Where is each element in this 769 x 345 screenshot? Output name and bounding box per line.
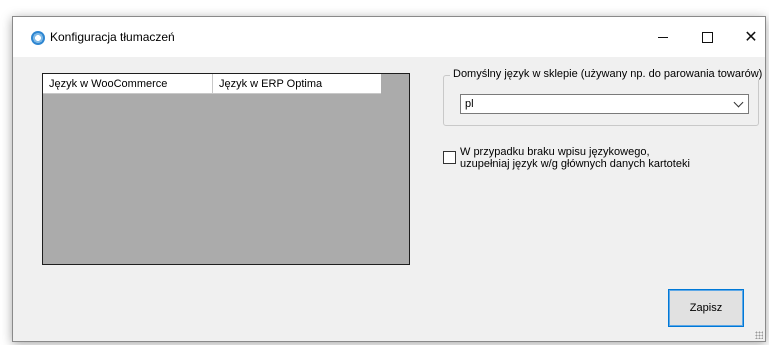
fallback-language-checkbox[interactable] [443, 151, 456, 164]
chevron-down-icon[interactable] [733, 97, 744, 108]
default-language-value: pl [465, 98, 474, 110]
default-language-select[interactable]: pl [460, 94, 749, 114]
fallback-label-line-1: W przypadku braku wpisu językowego, [460, 146, 650, 158]
language-mapping-grid[interactable]: Język w WooCommerce Język w ERP Optima [42, 73, 410, 265]
minimize-button[interactable] [641, 17, 685, 57]
grid-header: Język w WooCommerce Język w ERP Optima [43, 74, 381, 94]
maximize-icon [701, 31, 713, 43]
save-button[interactable]: Zapisz [668, 289, 744, 327]
default-language-group-label: Domyślny język w sklepie (używany np. do… [450, 68, 766, 80]
fallback-label-line-2: uzupełniaj język w/g głównych danych kar… [460, 158, 690, 170]
default-language-group: Domyślny język w sklepie (używany np. do… [443, 68, 766, 126]
close-button[interactable]: ✕ [729, 17, 769, 57]
grid-column-header-woocommerce[interactable]: Język w WooCommerce [43, 74, 213, 94]
close-icon: ✕ [744, 27, 758, 46]
maximize-button[interactable] [685, 17, 729, 57]
app-gear-icon [31, 31, 45, 45]
resize-grip-icon[interactable] [755, 331, 763, 339]
minimize-icon [658, 36, 668, 38]
fallback-language-label[interactable]: W przypadku braku wpisu językowego, uzup… [460, 146, 690, 170]
grid-column-header-erp-optima[interactable]: Język w ERP Optima [213, 74, 381, 94]
dialog-window: Konfiguracja tłumaczeń ✕ Język w WooComm… [12, 16, 766, 342]
page: Konfiguracja tłumaczeń ✕ Język w WooComm… [0, 0, 769, 345]
window-title: Konfiguracja tłumaczeń [50, 30, 175, 44]
title-bar[interactable]: Konfiguracja tłumaczeń ✕ [13, 17, 765, 57]
fallback-option-row: W przypadku braku wpisu językowego, uzup… [443, 145, 763, 175]
